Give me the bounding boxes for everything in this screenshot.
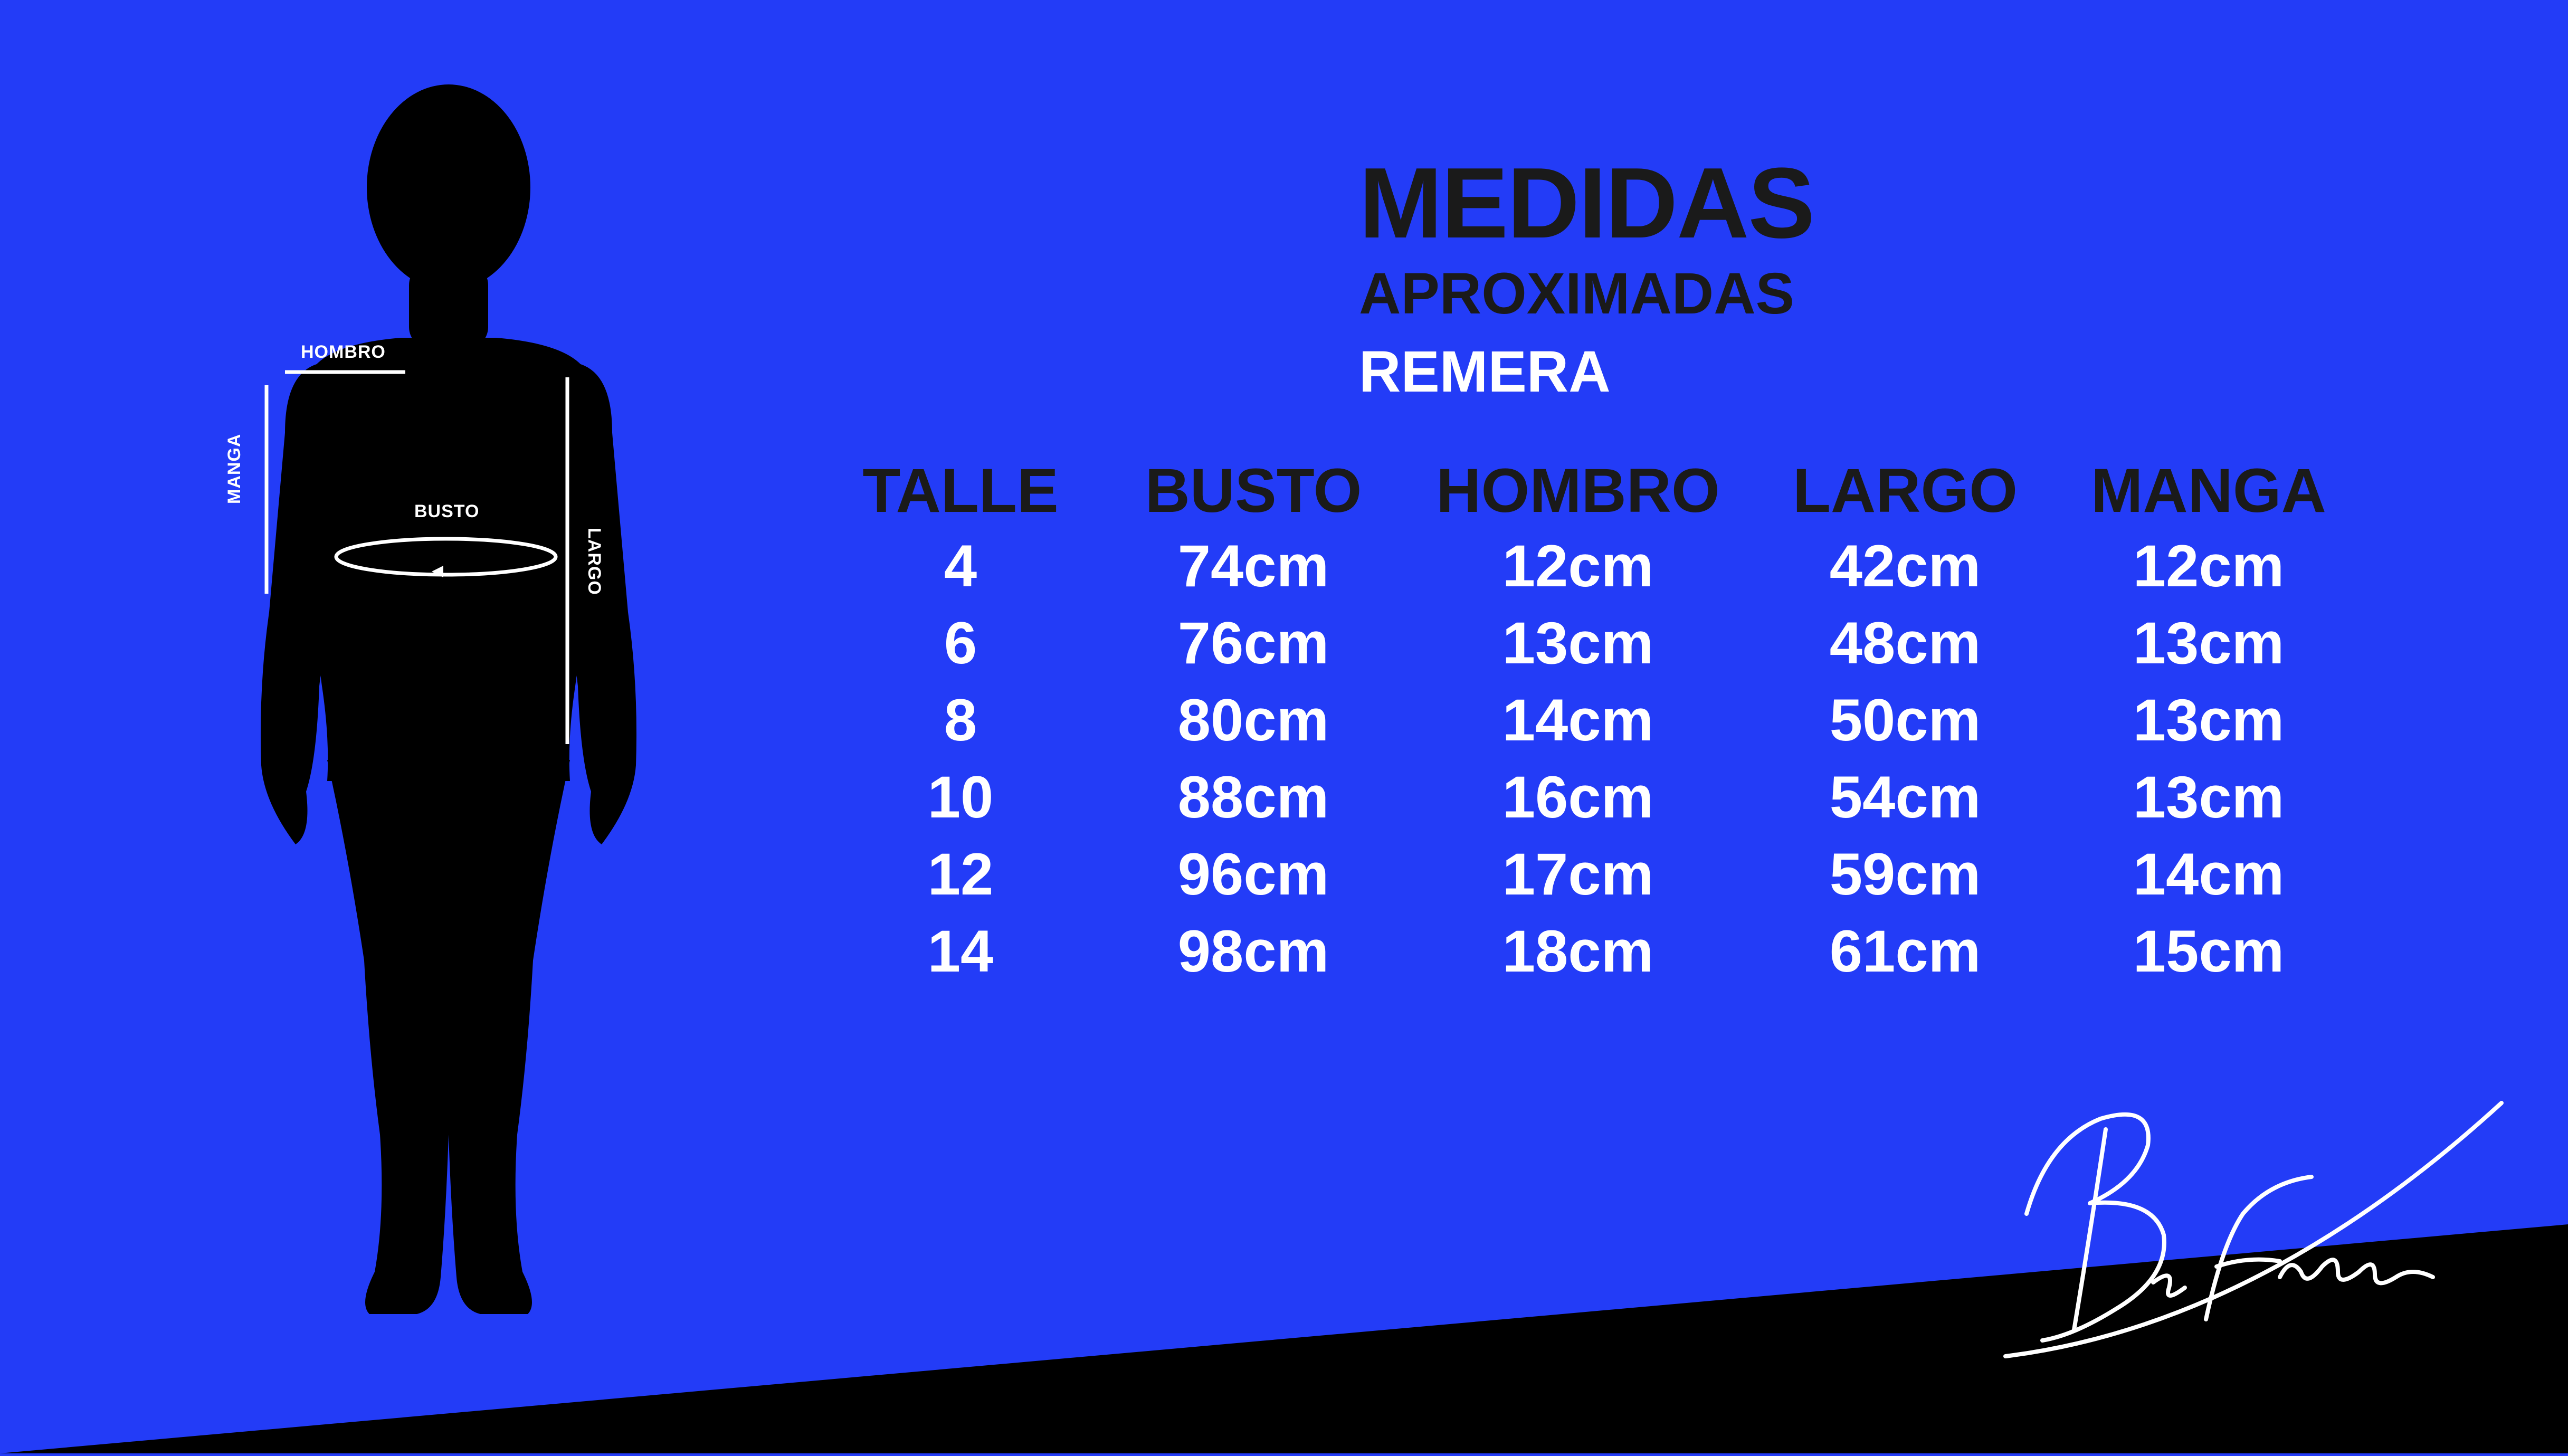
cell-busto: 80cm: [1177, 687, 1329, 753]
cell-busto: 98cm: [1177, 918, 1329, 984]
cell-talle: 6: [944, 610, 977, 676]
cell-largo: 42cm: [1829, 533, 1981, 599]
header-largo: LARGO: [1792, 456, 2018, 526]
cell-busto: 74cm: [1177, 533, 1329, 599]
cell-manga: 13cm: [2133, 687, 2285, 753]
header-busto: BUSTO: [1145, 456, 1362, 526]
product-name: REMERA: [1359, 339, 1611, 404]
body-silhouette: [261, 84, 636, 1314]
cell-manga: 13cm: [2133, 610, 2285, 676]
hombro-label: HOMBRO: [301, 342, 386, 362]
table-row: 14 98cm 18cm 61cm 15cm: [844, 913, 2333, 990]
page-subtitle: APROXIMADAS: [1359, 261, 1795, 326]
cell-manga: 12cm: [2133, 533, 2285, 599]
title-block: MEDIDAS APROXIMADAS REMERA: [1359, 147, 1815, 404]
header-manga: MANGA: [2091, 456, 2326, 526]
table-row: 12 96cm 17cm 59cm 14cm: [844, 836, 2333, 913]
cell-hombro: 18cm: [1502, 918, 1654, 984]
cell-talle: 14: [927, 918, 994, 984]
size-table-grid: TALLE BUSTO HOMBRO LARGO MANGA 4 74cm 12…: [844, 454, 2333, 990]
cell-busto: 76cm: [1177, 610, 1329, 676]
cell-talle: 4: [944, 533, 977, 599]
cell-talle: 12: [927, 841, 994, 907]
brand-signature-logo: [2003, 1101, 2504, 1358]
cell-hombro: 12cm: [1502, 533, 1654, 599]
cell-busto: 88cm: [1177, 764, 1329, 830]
cell-hombro: 14cm: [1502, 687, 1654, 753]
cell-manga: 13cm: [2133, 764, 2285, 830]
busto-label: BUSTO: [414, 501, 480, 521]
cell-largo: 61cm: [1829, 918, 1981, 984]
cell-manga: 15cm: [2133, 918, 2285, 984]
table-row: 4 74cm 12cm 42cm 12cm: [844, 528, 2333, 605]
cell-manga: 14cm: [2133, 841, 2285, 907]
manga-label: MANGA: [224, 433, 244, 504]
size-table: TALLE BUSTO HOMBRO LARGO MANGA 4 74cm 12…: [844, 454, 2333, 990]
cell-hombro: 13cm: [1502, 610, 1654, 676]
cell-talle: 8: [944, 687, 977, 753]
table-row: 8 80cm 14cm 50cm 13cm: [844, 682, 2333, 759]
table-header-row: TALLE BUSTO HOMBRO LARGO MANGA: [844, 454, 2333, 528]
body-figure: HOMBRO BUSTO MANGA LARGO: [0, 0, 686, 1453]
cell-busto: 96cm: [1177, 841, 1329, 907]
table-row: 10 88cm 16cm 54cm 13cm: [844, 759, 2333, 836]
cell-hombro: 17cm: [1502, 841, 1654, 907]
cell-talle: 10: [927, 764, 994, 830]
header-hombro: HOMBRO: [1436, 456, 1720, 526]
cell-largo: 50cm: [1829, 687, 1981, 753]
cell-largo: 59cm: [1829, 841, 1981, 907]
cell-largo: 54cm: [1829, 764, 1981, 830]
cell-largo: 48cm: [1829, 610, 1981, 676]
header-talle: TALLE: [862, 456, 1059, 526]
table-row: 6 76cm 13cm 48cm 13cm: [844, 605, 2333, 682]
body-silhouette-graphic: [261, 84, 636, 1314]
page-title: MEDIDAS: [1359, 147, 1815, 259]
largo-label: LARGO: [584, 528, 604, 595]
cell-hombro: 16cm: [1502, 764, 1654, 830]
